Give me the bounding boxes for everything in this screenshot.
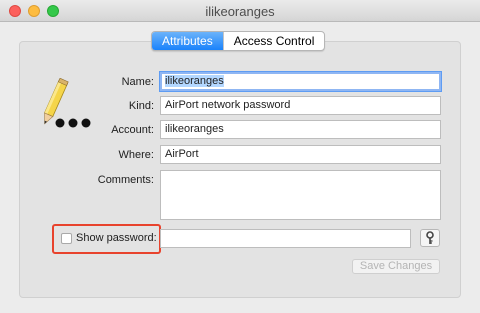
where-label: Where: [118,149,154,161]
keychain-item-window: ilikeoranges Attributes Access Control N… [0,0,480,313]
comments-label: Comments: [97,174,154,186]
kind-label: Kind: [128,100,154,112]
tab-attributes[interactable]: Attributes [152,32,223,50]
title-bar[interactable]: ilikeoranges [0,0,480,22]
show-password-checkbox[interactable] [61,233,72,244]
window-title: ilikeoranges [205,4,275,19]
key-icon [426,231,434,244]
show-password-label[interactable]: Show password: [76,232,157,244]
password-assistant-button[interactable] [420,229,440,247]
password-field[interactable] [160,229,411,248]
comments-field[interactable] [160,170,441,220]
name-field-value: ilikeoranges [165,75,224,87]
account-field[interactable]: ilikeoranges [160,120,441,139]
account-label: Account: [111,124,154,136]
tab-access-control[interactable]: Access Control [222,32,325,50]
save-changes-button[interactable]: Save Changes [352,259,440,274]
name-field[interactable]: ilikeoranges [160,72,441,91]
name-label: Name: [121,76,154,88]
kind-field[interactable]: AirPort network password [160,96,441,115]
where-field[interactable]: AirPort [160,145,441,164]
tab-bar: Attributes Access Control [151,31,326,51]
